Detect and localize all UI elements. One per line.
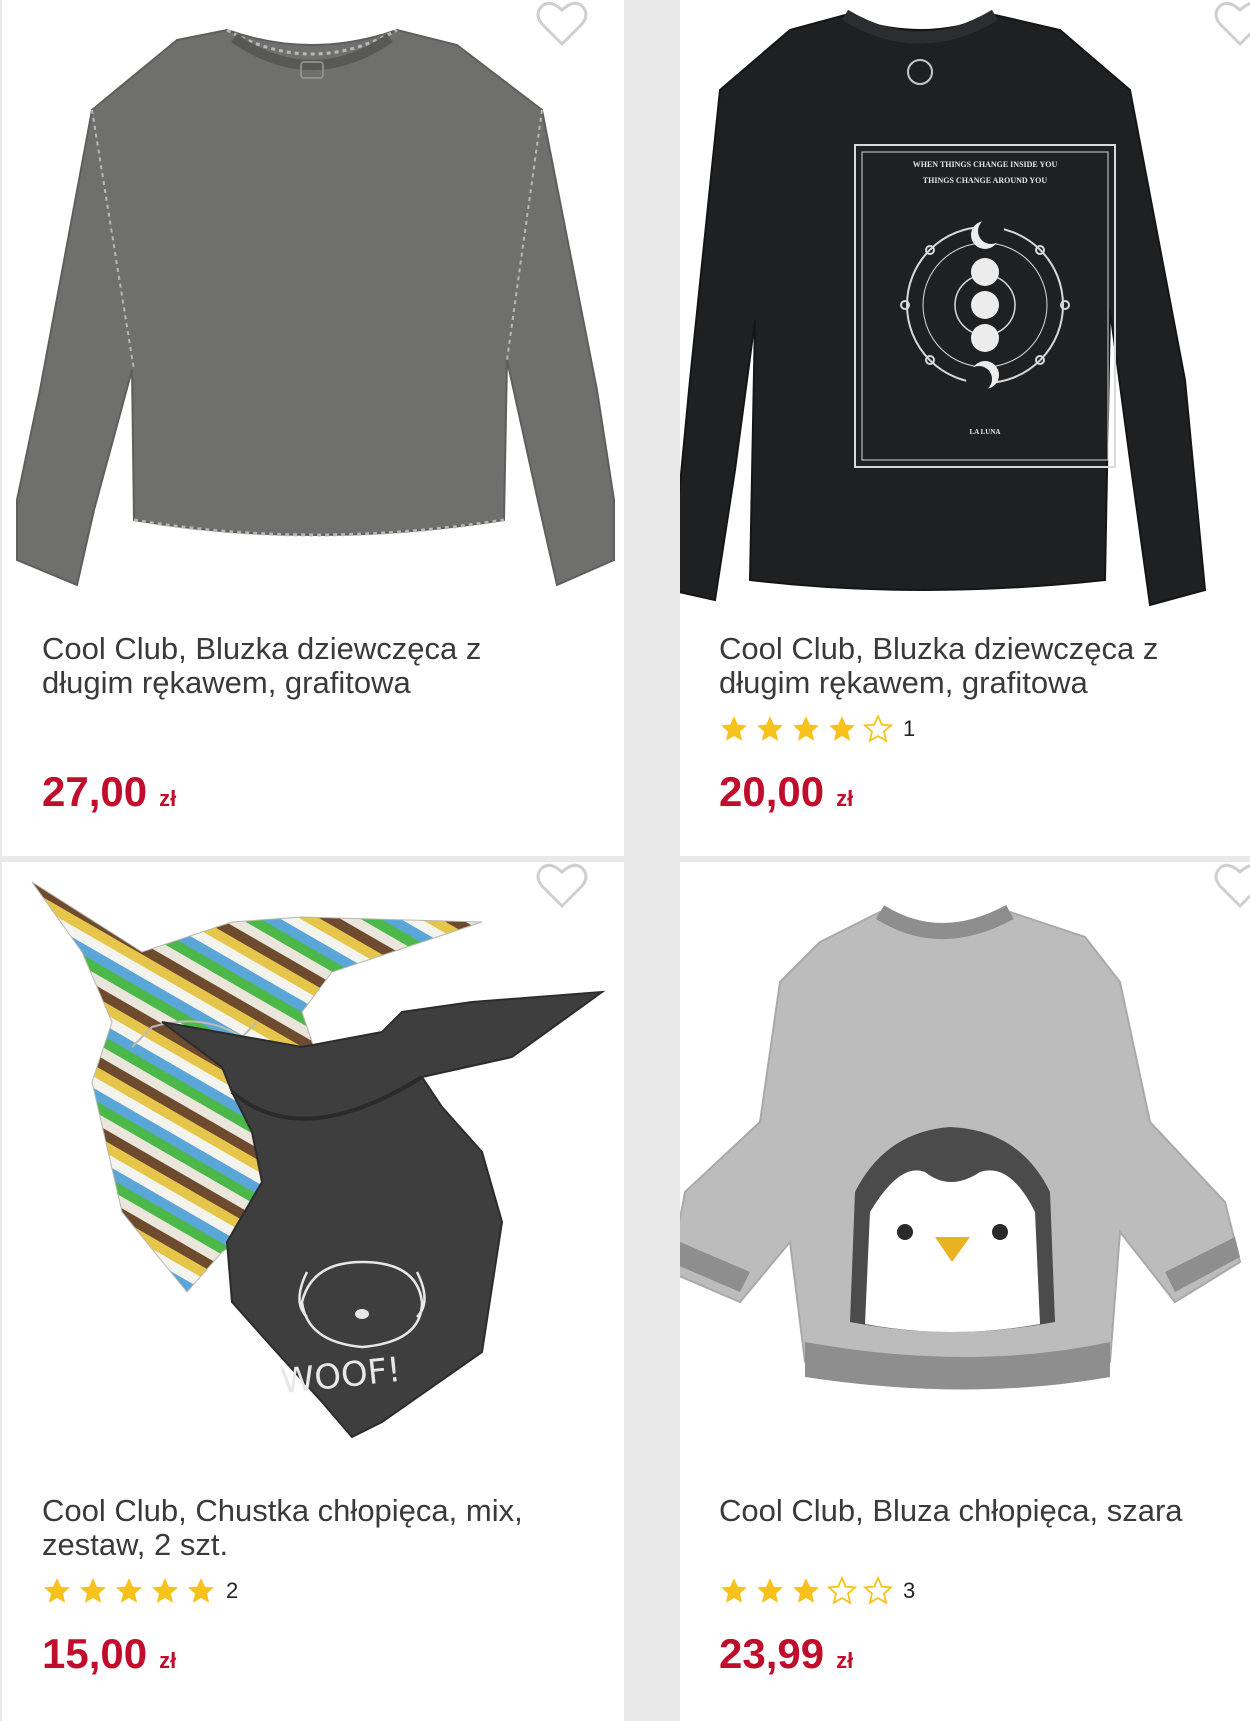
- price-currency: zł: [159, 786, 177, 811]
- product-image[interactable]: WHEN THINGS CHANGE INSIDE YOU THINGS CHA…: [680, 0, 1250, 610]
- price-value: 23,99: [719, 1630, 825, 1677]
- star-empty-icon: [863, 714, 893, 743]
- print-text-line3: LA LUNA: [970, 428, 1001, 436]
- heart-icon[interactable]: [1214, 862, 1250, 910]
- star-empty-icon: [827, 1576, 857, 1605]
- star-filled-icon: [44, 1578, 70, 1603]
- product-price: 27,00 zł: [42, 768, 176, 816]
- star-filled-icon: [152, 1578, 178, 1603]
- rating-count: 2: [226, 1578, 239, 1603]
- price-value: 20,00: [719, 768, 825, 815]
- star-filled-icon: [116, 1578, 142, 1603]
- product-title[interactable]: Cool Club, Bluza chłopięca, szara: [719, 1494, 1239, 1528]
- product-price: 15,00 zł: [42, 1630, 176, 1678]
- heart-icon[interactable]: [536, 862, 588, 910]
- price-currency: zł: [836, 786, 854, 811]
- price-currency: zł: [159, 1648, 177, 1673]
- star-empty-icon: [863, 1576, 893, 1605]
- rating-stars: 3: [719, 1574, 915, 1608]
- rating-stars: 1: [719, 712, 915, 746]
- heart-icon[interactable]: [536, 0, 588, 48]
- star-filled-icon: [757, 716, 783, 741]
- product-card[interactable]: Cool Club, Bluza chłopięca, szara 3 23,9…: [680, 862, 1250, 1721]
- heart-icon[interactable]: [1214, 0, 1250, 48]
- print-text-line2: THINGS CHANGE AROUND YOU: [923, 176, 1048, 185]
- star-filled-icon: [793, 716, 819, 741]
- print-text-line1: WHEN THINGS CHANGE INSIDE YOU: [913, 160, 1058, 169]
- rating-stars: 2: [42, 1574, 238, 1608]
- product-title[interactable]: Cool Club, Bluzka dziewczęca z długim rę…: [719, 632, 1239, 700]
- product-card[interactable]: WOOF! Cool Club, Chustka chłopięca, mix,…: [2, 862, 624, 1721]
- product-price: 23,99 zł: [719, 1630, 853, 1678]
- product-image[interactable]: WOOF!: [2, 862, 624, 1472]
- product-title[interactable]: Cool Club, Bluzka dziewczęca z długim rę…: [42, 632, 562, 700]
- product-card[interactable]: Cool Club, Bluzka dziewczęca z długim rę…: [2, 0, 624, 856]
- product-card[interactable]: WHEN THINGS CHANGE INSIDE YOU THINGS CHA…: [680, 0, 1250, 856]
- star-filled-icon: [80, 1578, 106, 1603]
- star-filled-icon: [829, 716, 855, 741]
- product-image[interactable]: [680, 862, 1250, 1472]
- product-image[interactable]: [2, 0, 624, 610]
- product-price: 20,00 zł: [719, 768, 853, 816]
- rating-count: 1: [903, 716, 916, 741]
- star-filled-icon: [793, 1578, 819, 1603]
- star-filled-icon: [721, 716, 747, 741]
- star-filled-icon: [757, 1578, 783, 1603]
- product-title[interactable]: Cool Club, Chustka chłopięca, mix, zesta…: [42, 1494, 562, 1562]
- star-filled-icon: [721, 1578, 747, 1603]
- price-value: 15,00: [42, 1630, 148, 1677]
- price-value: 27,00: [42, 768, 148, 815]
- rating-count: 3: [903, 1578, 916, 1603]
- product-grid: Cool Club, Bluzka dziewczęca z długim rę…: [0, 0, 1250, 1721]
- price-currency: zł: [836, 1648, 854, 1673]
- star-filled-icon: [188, 1578, 214, 1603]
